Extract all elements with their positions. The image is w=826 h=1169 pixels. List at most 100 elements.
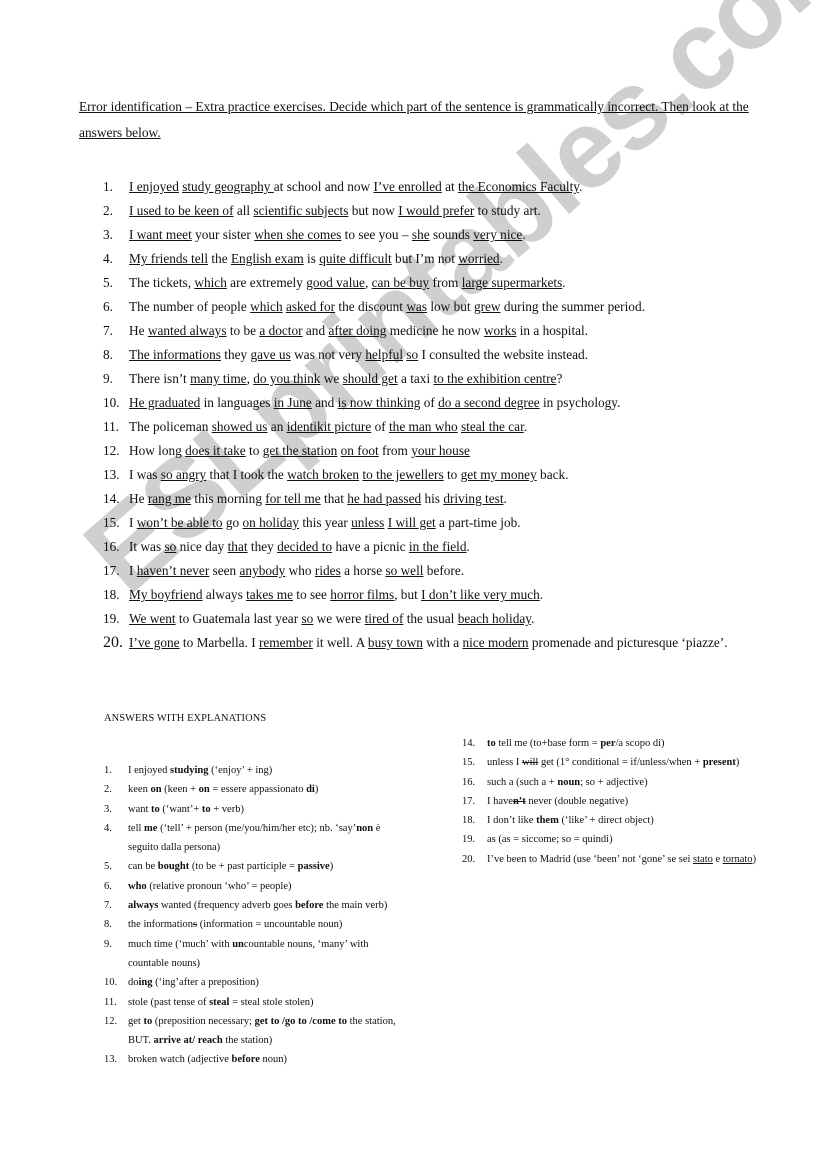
text-segment: (to be + past participle =	[189, 861, 298, 873]
underlined-segment: for tell me	[265, 491, 321, 506]
underlined-segment: which	[194, 275, 227, 290]
text-segment: can be	[128, 861, 158, 873]
text-segment: I don’t like	[487, 815, 537, 827]
underlined-segment: so angry	[160, 467, 207, 482]
item-text: I want meet your sister when she comes t…	[129, 225, 763, 249]
item-number: 1.	[103, 179, 113, 194]
item-text: want to (‘want’+ to + verb)	[128, 800, 404, 819]
text-segment: )	[752, 853, 757, 865]
underlined-segment: on holiday	[242, 515, 300, 530]
underlined-segment: do you think	[253, 371, 321, 386]
item-number: 18.	[103, 587, 120, 602]
question-item: 13. I was so angry that I took the watch …	[103, 465, 763, 489]
underlined-segment: stato	[693, 853, 713, 865]
underlined-segment: rang me	[147, 491, 192, 506]
underlined-segment: won’t be able to	[136, 515, 223, 530]
underlined-segment: driving test	[443, 491, 504, 506]
text-segment: this year	[299, 515, 352, 530]
text-segment: to Guatemala last year	[175, 611, 302, 626]
item-text: I won’t be able to go on holiday this ye…	[129, 513, 763, 537]
text-segment: (‘want’+	[159, 803, 202, 815]
item-text: My friends tell the English exam is quit…	[129, 249, 763, 273]
text-segment: (relative pronoun ‘who’ = people)	[146, 880, 292, 892]
text-segment: .	[522, 227, 526, 242]
text-segment: back.	[536, 467, 569, 482]
item-text: such a (such a + noun; so + adjective)	[487, 773, 767, 792]
underlined-segment: remember	[258, 635, 313, 650]
item-text: I haven’t never (double negative)	[487, 792, 767, 811]
text-segment: (‘ing’after a preposition)	[152, 977, 259, 989]
text-segment: How long	[129, 443, 186, 458]
item-number: 6.	[104, 880, 112, 892]
text-segment: = steal stole stolen)	[229, 996, 314, 1008]
text-segment: (preposition necessary;	[152, 1015, 255, 1027]
text-segment: that	[320, 491, 348, 506]
item-number: 19.	[462, 834, 476, 846]
item-text: He wanted always to be a doctor and afte…	[129, 321, 763, 345]
bold-segment: on	[198, 784, 210, 796]
text-segment: .	[562, 275, 566, 290]
question-item: 8. The informations they gave us was not …	[103, 345, 763, 369]
underlined-segment: anybody	[239, 563, 286, 578]
item-number: 17.	[103, 563, 120, 578]
text-segment: of	[371, 419, 389, 434]
item-number: 10.	[104, 977, 118, 989]
text-segment: do	[128, 977, 139, 989]
text-segment: He	[129, 323, 148, 338]
underlined-segment: I will get	[387, 515, 436, 530]
underlined-segment: do a second degree	[438, 395, 540, 410]
question-item: 4. My friends tell the English exam is qu…	[103, 249, 763, 273]
item-number: 13.	[103, 467, 120, 482]
text-segment: He	[129, 491, 148, 506]
text-segment: The tickets,	[129, 275, 195, 290]
text-segment: tell	[128, 822, 145, 834]
underlined-segment: I enjoyed	[129, 179, 179, 194]
answer-item: 6. who (relative pronoun ‘who’ = people)	[104, 877, 404, 896]
underlined-segment: The informations	[129, 347, 221, 362]
question-item: 3. I want meet your sister when she comes…	[103, 225, 763, 249]
underlined-segment: was	[406, 299, 428, 314]
bold-segment: un	[232, 938, 244, 950]
text-segment: a part-time job.	[435, 515, 521, 530]
text-segment: .	[539, 587, 544, 602]
text-segment: I’ve been to Madrid (use ‘been’ not ‘gon…	[487, 853, 694, 865]
text-segment: (information = uncountable noun)	[197, 919, 343, 931]
answer-item: 5. can be bought (to be + past participle…	[104, 857, 404, 876]
text-segment: (‘tell’ + person (me/you/him/her etc); n…	[157, 822, 357, 834]
text-segment: never (double negative)	[525, 795, 629, 807]
item-text: I enjoyed study geography at school and …	[129, 177, 763, 201]
item-number: 7.	[104, 900, 112, 912]
item-text: How long does it take to get the station…	[129, 441, 763, 465]
question-item: 9. There isn’t many time, do you think we…	[103, 369, 763, 393]
answer-item: 13. broken watch (adjective before noun)	[104, 1050, 404, 1069]
item-number: 12.	[103, 443, 120, 458]
underlined-segment: the man who	[388, 419, 458, 434]
bold-segment: di	[306, 784, 315, 796]
underlined-segment: takes me	[246, 587, 293, 602]
text-segment: to see	[292, 587, 331, 602]
text-segment: wanted (frequency adverb goes	[158, 900, 296, 912]
underlined-segment: so	[406, 347, 419, 362]
text-segment: at	[441, 179, 459, 194]
item-number: 5.	[103, 275, 113, 290]
text-segment: get (1° conditional = if/unless/when +	[538, 757, 703, 769]
underlined-segment: he had passed	[347, 491, 422, 506]
item-number: 3.	[104, 803, 112, 815]
text-segment: (‘like’ + direct object)	[558, 815, 654, 827]
bold-segment: them	[536, 815, 559, 827]
bold-segment: non	[356, 822, 374, 834]
text-segment: was not very	[290, 347, 366, 362]
item-number: 4.	[103, 251, 113, 266]
question-item: 10. He graduated in languages in June and…	[103, 393, 763, 417]
bold-segment: to	[201, 803, 211, 815]
underlined-segment: worried	[458, 251, 500, 266]
item-text: I was so angry that I took the watch bro…	[129, 465, 763, 489]
question-list: 1. I enjoyed study geography at school an…	[103, 177, 763, 656]
question-item: 15. I won’t be able to go on holiday this…	[103, 513, 763, 537]
text-segment: tell me (to+base form =	[495, 738, 601, 749]
underlined-segment: tornato	[722, 853, 753, 865]
item-text: much time (‘much’ with uncountable nouns…	[128, 935, 404, 974]
answer-item: 4. tell me (‘tell’ + person (me/you/him/h…	[104, 819, 404, 858]
text-segment: it well. A	[312, 635, 368, 650]
question-item: 1. I enjoyed study geography at school an…	[103, 177, 763, 201]
